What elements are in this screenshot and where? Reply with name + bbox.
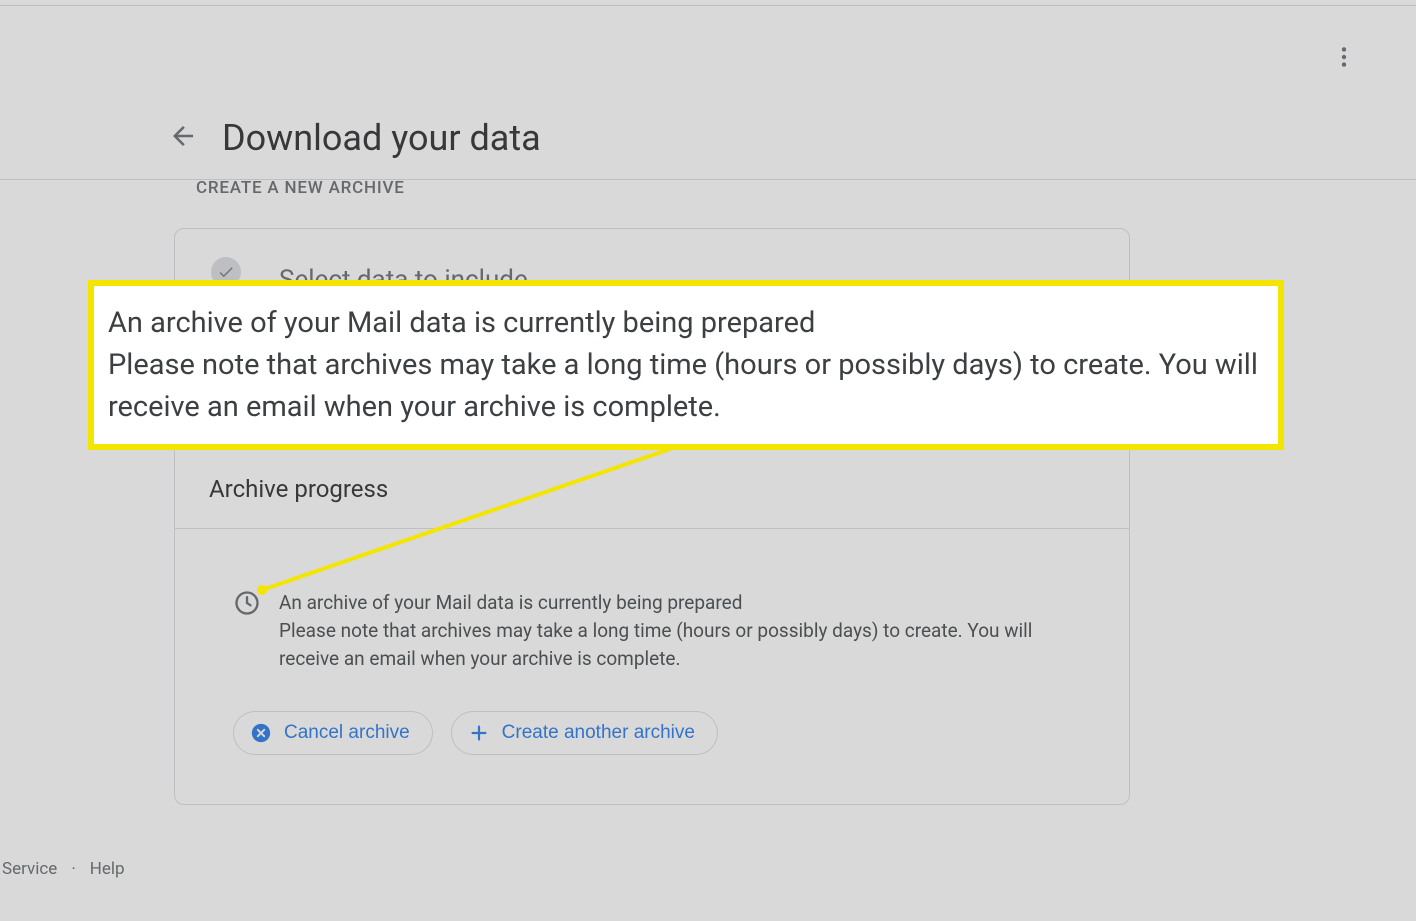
progress-line2: Please note that archives may take a lon… (279, 617, 1079, 673)
footer-service-link[interactable]: Service (2, 859, 57, 879)
create-another-archive-button[interactable]: Create another archive (451, 711, 718, 755)
header-title-row: Download your data (168, 117, 541, 159)
callout-line2: Please note that archives may take a lon… (108, 344, 1264, 428)
cancel-icon (250, 722, 272, 744)
callout-line1: An archive of your Mail data is currentl… (108, 302, 1264, 344)
archive-progress-header: Archive progress (175, 437, 1129, 529)
more-options-button[interactable] (1328, 41, 1360, 73)
section-label: CREATE A NEW ARCHIVE (196, 178, 405, 198)
page-title: Download your data (222, 117, 541, 159)
footer-help-link[interactable]: Help (90, 859, 125, 879)
footer: Service · Help (2, 859, 125, 879)
back-arrow-icon[interactable] (168, 121, 198, 155)
create-another-archive-label: Create another archive (502, 722, 695, 744)
page-root: Download your data CREATE A NEW ARCHIVE … (0, 0, 1416, 921)
cancel-archive-button[interactable]: Cancel archive (233, 711, 433, 755)
annotation-callout: An archive of your Mail data is currentl… (88, 280, 1284, 450)
plus-icon (468, 722, 490, 744)
archive-progress-message: An archive of your Mail data is currentl… (233, 589, 1079, 673)
archive-progress-body: An archive of your Mail data is currentl… (175, 529, 1129, 795)
clock-icon (233, 589, 261, 621)
archive-progress-title: Archive progress (209, 475, 388, 503)
archive-progress-text: An archive of your Mail data is currentl… (279, 589, 1079, 673)
cancel-archive-label: Cancel archive (284, 722, 410, 744)
progress-line1: An archive of your Mail data is currentl… (279, 589, 1079, 617)
page-header: Download your data (0, 5, 1416, 180)
buttons-row: Cancel archive Create another archive (233, 711, 1079, 755)
footer-separator: · (71, 859, 75, 879)
